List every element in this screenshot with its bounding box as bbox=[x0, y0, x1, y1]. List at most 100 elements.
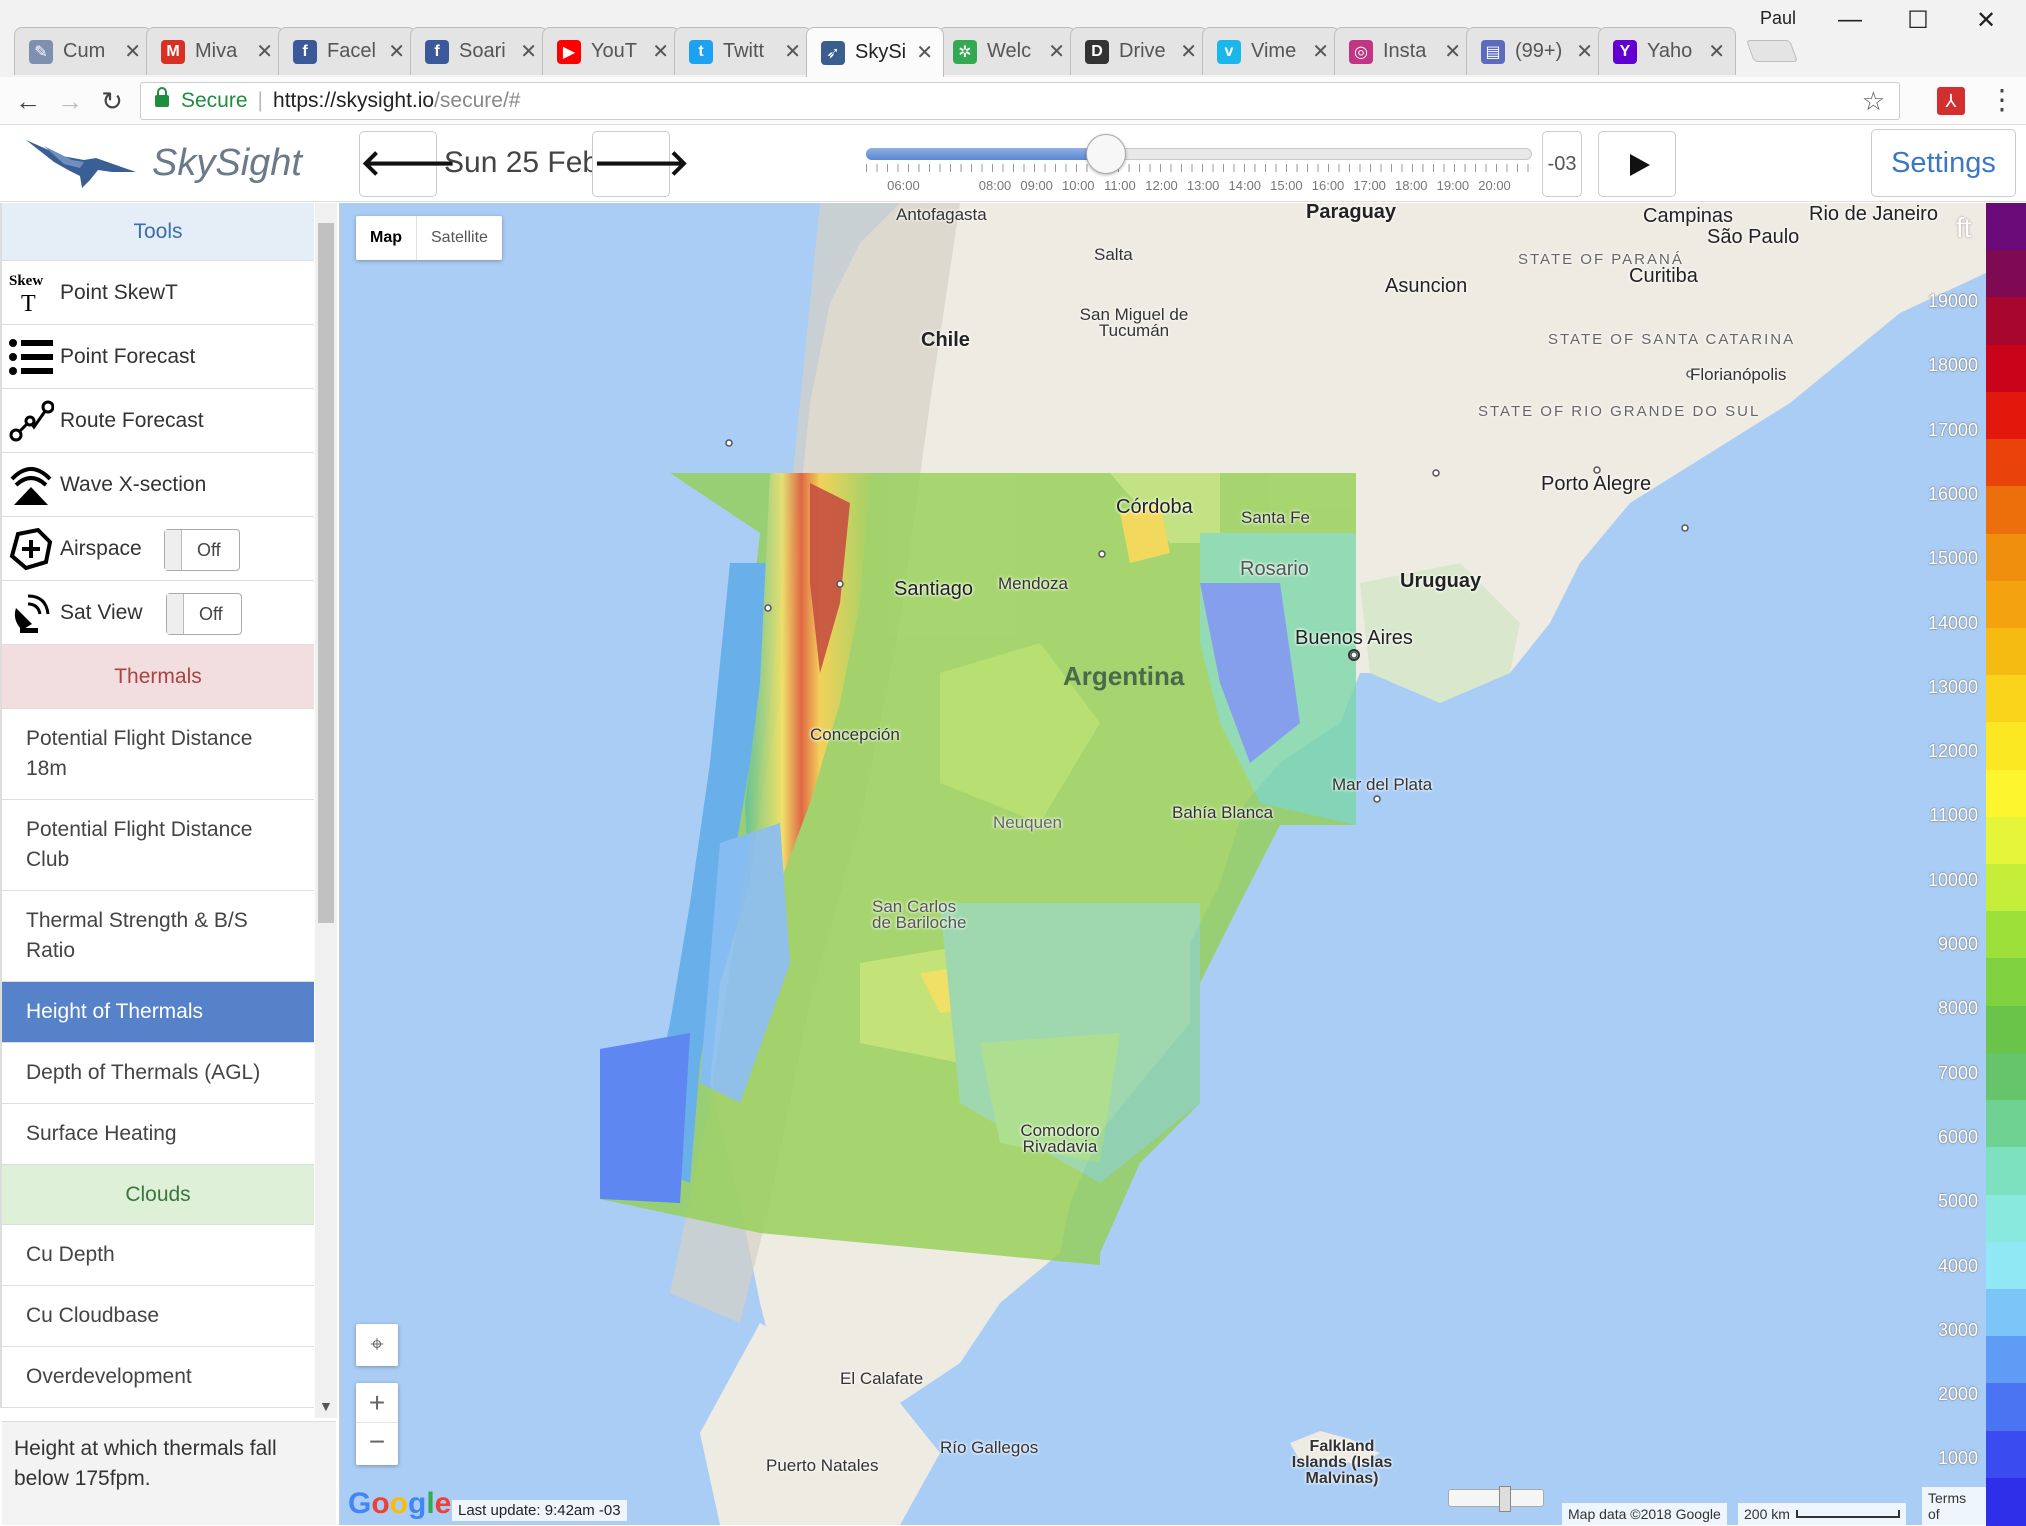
legend-swatch bbox=[1986, 1383, 2026, 1432]
tab-title: Soari bbox=[459, 40, 506, 62]
back-icon[interactable]: ← bbox=[10, 83, 46, 119]
map-label: Chile bbox=[921, 329, 970, 351]
forward-icon[interactable]: → bbox=[52, 83, 88, 119]
profile-name[interactable]: Paul bbox=[1760, 8, 1796, 29]
browser-tab[interactable]: f Soari ✕ bbox=[410, 27, 548, 75]
terms-link[interactable]: Terms of bbox=[1922, 1487, 1986, 1525]
map-label: STATE OF SANTA CATARINA bbox=[1548, 331, 1793, 348]
tab-close-icon[interactable]: ✕ bbox=[652, 39, 669, 64]
map-label: Santa Fe bbox=[1241, 508, 1310, 527]
browser-tab[interactable]: ✎ Cum ✕ bbox=[14, 27, 152, 75]
address-bar[interactable]: Secure | https://skysight.io /secure/# ☆ bbox=[140, 82, 1900, 120]
legend-swatch bbox=[1986, 816, 2026, 865]
legend-tick-label: 19000 bbox=[1927, 291, 1978, 311]
browser-tab[interactable]: M Miva ✕ bbox=[146, 27, 284, 75]
tab-close-icon[interactable]: ✕ bbox=[256, 39, 273, 64]
layer-cu-cloudbase[interactable]: Cu Cloudbase bbox=[0, 1286, 314, 1347]
close-window-icon[interactable]: ✕ bbox=[1956, 6, 2016, 36]
browser-tab[interactable]: Y Yaho ✕ bbox=[1598, 27, 1736, 75]
browser-tab[interactable]: ✲ Welc ✕ bbox=[938, 27, 1076, 75]
legend-swatch bbox=[1986, 486, 2026, 535]
tab-close-icon[interactable]: ✕ bbox=[1576, 39, 1593, 64]
map-label: STATE OF PARANÁ bbox=[1518, 251, 1684, 268]
browser-tab[interactable]: t Twitt ✕ bbox=[674, 27, 812, 75]
scroll-down-icon[interactable]: ▼ bbox=[319, 1398, 333, 1414]
time-slider[interactable]: 06:00 08:00 09:00 10:00 11:00 12:00 13:00 14:00… bbox=[866, 134, 1532, 193]
map-type-satellite-button[interactable]: Satellite bbox=[417, 216, 502, 260]
list-icon bbox=[2, 328, 60, 386]
tool-airspace[interactable]: Airspace Off bbox=[0, 517, 314, 581]
tab-close-icon[interactable]: ✕ bbox=[1048, 39, 1065, 64]
layer-potential-flight-distance-18m[interactable]: Potential Flight Distance 18m bbox=[0, 709, 314, 800]
layer-surface-heating[interactable]: Surface Heating bbox=[0, 1104, 314, 1165]
browser-tab[interactable]: v Vime ✕ bbox=[1202, 27, 1340, 75]
eagle-logo-icon[interactable] bbox=[24, 136, 139, 192]
legend-swatch bbox=[1986, 344, 2026, 393]
browser-tab[interactable]: ◎ Insta ✕ bbox=[1334, 27, 1472, 75]
tool-point-skewt[interactable]: Skew T Point SkewT bbox=[0, 261, 314, 325]
play-button[interactable] bbox=[1598, 131, 1676, 197]
zoom-in-button[interactable]: + bbox=[356, 1383, 398, 1423]
time-tick-label: 13:00 bbox=[1186, 178, 1220, 193]
settings-button[interactable]: Settings bbox=[1871, 129, 2016, 197]
tool-label: Wave X-section bbox=[60, 472, 207, 496]
browser-tab[interactable]: ➶ SkySi ✕ bbox=[806, 27, 944, 77]
browser-menu-icon[interactable]: ⋮ bbox=[1988, 85, 2016, 115]
tab-close-icon[interactable]: ✕ bbox=[1708, 39, 1725, 64]
thermals-header[interactable]: Thermals bbox=[0, 645, 314, 709]
time-slider-handle[interactable] bbox=[1085, 134, 1126, 174]
browser-tab[interactable]: ▤ (99+) ✕ bbox=[1466, 27, 1604, 75]
previous-day-button[interactable]: 🡐 bbox=[359, 131, 457, 197]
scrollbar-thumb[interactable] bbox=[318, 223, 334, 923]
tool-label: Point SkewT bbox=[60, 280, 178, 304]
airspace-toggle[interactable]: Off bbox=[164, 529, 240, 571]
layer-overdevelopment[interactable]: Overdevelopment bbox=[0, 1347, 314, 1408]
tab-close-icon[interactable]: ✕ bbox=[916, 40, 933, 65]
last-update: Last update: 9:42am -03 bbox=[452, 1500, 627, 1521]
tools-header[interactable]: Tools bbox=[0, 203, 314, 261]
browser-tab[interactable]: f Facel ✕ bbox=[278, 27, 416, 75]
browser-tab[interactable]: D Drive ✕ bbox=[1070, 27, 1208, 75]
forecast-map[interactable]: Antofagasta Paraguay Campinas Rio de Jan… bbox=[340, 203, 1986, 1525]
sidebar-scrollbar[interactable]: ▼ bbox=[315, 203, 337, 1418]
map-canvas bbox=[600, 203, 1986, 1525]
tab-close-icon[interactable]: ✕ bbox=[520, 39, 537, 64]
map-label: Salta bbox=[1094, 245, 1133, 264]
layer-height-of-thermals[interactable]: Height of Thermals bbox=[0, 982, 314, 1043]
next-day-button[interactable]: 🡒 bbox=[592, 131, 690, 197]
minimize-icon[interactable]: — bbox=[1820, 6, 1880, 36]
tab-close-icon[interactable]: ✕ bbox=[124, 39, 141, 64]
maximize-icon[interactable]: ☐ bbox=[1888, 6, 1948, 36]
pdf-extension-icon[interactable]: ⅄ bbox=[1937, 87, 1965, 115]
layer-depth-of-thermals[interactable]: Depth of Thermals (AGL) bbox=[0, 1043, 314, 1104]
zoom-out-button[interactable]: − bbox=[356, 1423, 398, 1463]
layer-potential-flight-distance-club[interactable]: Potential Flight Distance Club bbox=[0, 800, 314, 891]
arrow-left-icon: 🡐 bbox=[360, 142, 457, 183]
map-type-map-button[interactable]: Map bbox=[356, 216, 417, 260]
new-tab-button[interactable] bbox=[1745, 40, 1799, 62]
tool-label: Airspace bbox=[60, 536, 142, 560]
tab-close-icon[interactable]: ✕ bbox=[784, 39, 801, 64]
reload-icon[interactable]: ↻ bbox=[94, 83, 130, 119]
tool-sat-view[interactable]: Sat View Off bbox=[0, 581, 314, 645]
tool-route-forecast[interactable]: Route Forecast bbox=[0, 389, 314, 453]
tool-wave-xsection[interactable]: Wave X-section bbox=[0, 453, 314, 517]
tool-point-forecast[interactable]: Point Forecast bbox=[0, 325, 314, 389]
sidebar: Tools Skew T Point SkewT Point Forecast bbox=[0, 203, 340, 1525]
timezone-offset[interactable]: -03 bbox=[1542, 131, 1582, 197]
tab-close-icon[interactable]: ✕ bbox=[1180, 39, 1197, 64]
layer-cu-depth[interactable]: Cu Depth bbox=[0, 1225, 314, 1286]
crosshair-icon: ⌖ bbox=[370, 1331, 384, 1358]
tab-close-icon[interactable]: ✕ bbox=[1312, 39, 1329, 64]
layer-thermal-strength[interactable]: Thermal Strength & B/S Ratio bbox=[0, 891, 314, 982]
tab-title: Facel bbox=[327, 40, 376, 62]
clouds-header[interactable]: Clouds bbox=[0, 1165, 314, 1225]
tab-close-icon[interactable]: ✕ bbox=[1444, 39, 1461, 64]
bookmark-star-icon[interactable]: ☆ bbox=[1862, 86, 1885, 117]
my-location-button[interactable]: ⌖ bbox=[356, 1324, 398, 1366]
tab-close-icon[interactable]: ✕ bbox=[388, 39, 405, 64]
sat-view-toggle[interactable]: Off bbox=[166, 593, 242, 635]
lock-icon bbox=[155, 87, 169, 107]
browser-tab[interactable]: ▶ YouT ✕ bbox=[542, 27, 680, 75]
opacity-slider[interactable] bbox=[1448, 1486, 1544, 1512]
